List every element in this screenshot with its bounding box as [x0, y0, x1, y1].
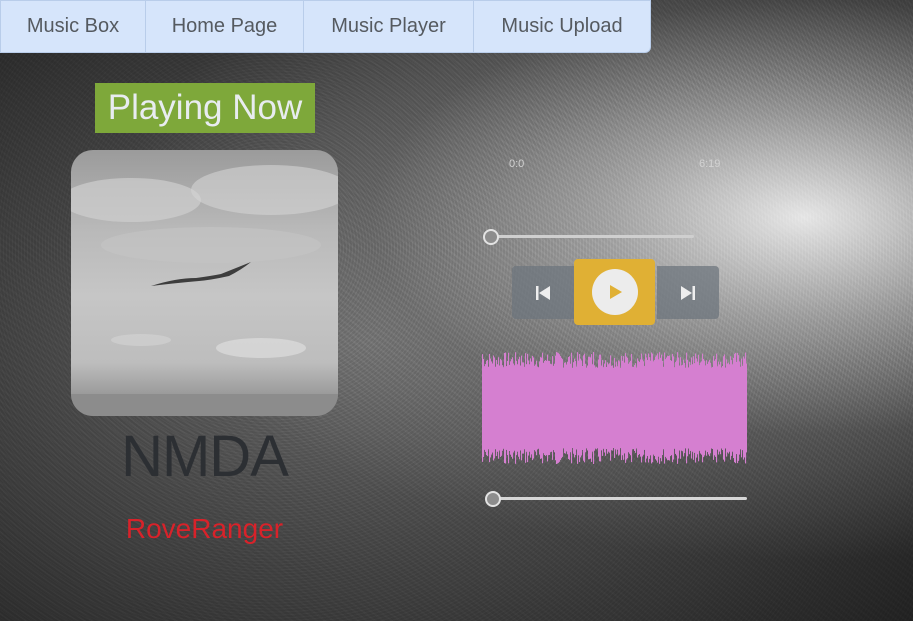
volume-thumb[interactable] — [485, 491, 501, 507]
nav-music-upload[interactable]: Music Upload — [474, 1, 650, 52]
skip-next-icon — [681, 285, 695, 300]
waveform-visualizer[interactable] — [482, 352, 747, 464]
next-button[interactable] — [657, 266, 719, 319]
top-nav: Music Box Home Page Music Player Music U… — [0, 0, 651, 53]
volume-slider[interactable] — [490, 497, 747, 500]
play-button-circle — [591, 269, 638, 315]
seek-thumb[interactable] — [483, 229, 499, 245]
nav-home-page[interactable]: Home Page — [146, 1, 304, 52]
album-art-image — [71, 165, 338, 416]
album-cover — [71, 150, 338, 416]
nav-music-player[interactable]: Music Player — [304, 1, 474, 52]
playing-now-heading: Playing Now — [95, 83, 315, 133]
current-time: 0:0 — [509, 158, 525, 170]
play-button[interactable] — [574, 259, 655, 325]
skip-previous-icon — [536, 285, 550, 300]
play-icon — [609, 285, 622, 299]
seek-slider[interactable] — [490, 235, 694, 238]
playback-controls — [512, 259, 719, 325]
artist-name: RoveRanger — [125, 513, 284, 544]
duration: 6:19 — [699, 158, 721, 170]
seagull-shape — [151, 262, 251, 286]
previous-button[interactable] — [512, 266, 574, 319]
song-title: NMDA — [121, 424, 289, 489]
nav-music-box[interactable]: Music Box — [1, 1, 146, 52]
